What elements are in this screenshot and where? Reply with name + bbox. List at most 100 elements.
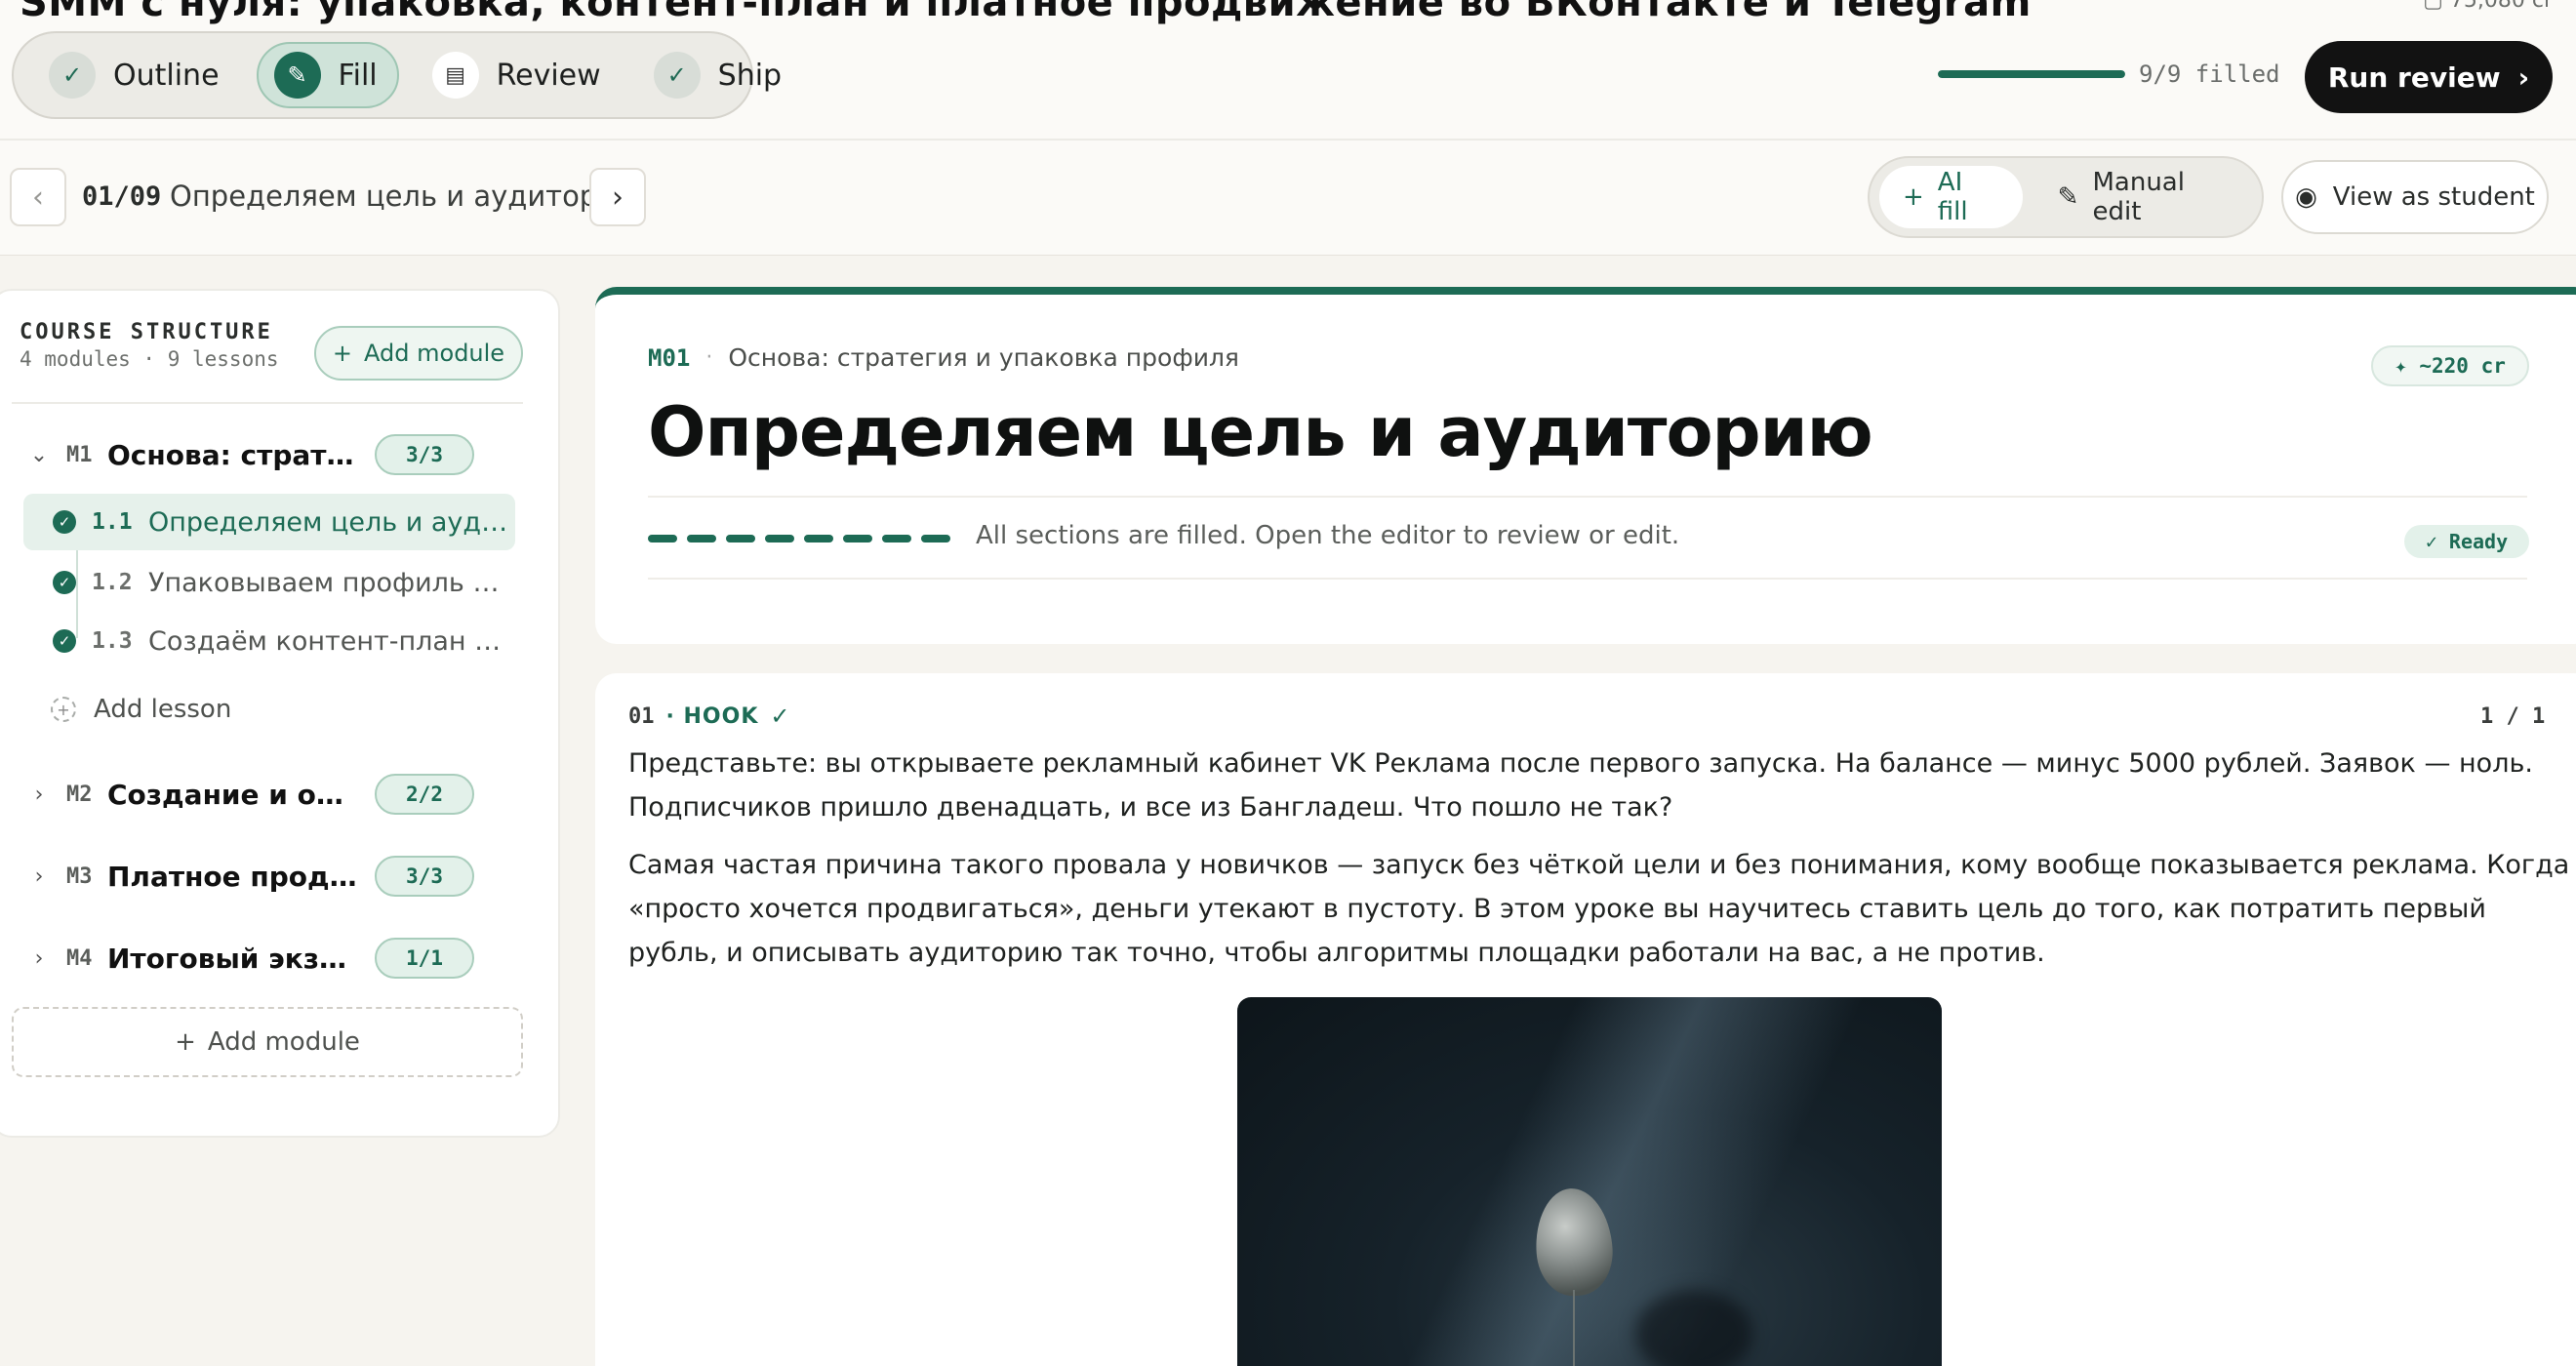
lesson-module-breadcrumb: M01 · Основа: стратегия и упаковка профи…: [648, 343, 1239, 372]
module-name: Основа: стратегия и упаковка профиля: [107, 438, 361, 471]
module-progress-badge: 2/2: [375, 774, 474, 815]
module-name: Платное продвижение: [107, 860, 361, 893]
view-as-student-button[interactable]: ◉ View as student: [2281, 160, 2549, 234]
module-name: Создание и оформление контента: [107, 778, 361, 811]
run-review-button[interactable]: Run review ›: [2305, 41, 2553, 113]
course-title: SMM с нуля: упаковка, контент-план и пла…: [20, 0, 2032, 25]
module-name: Основа: стратегия и упаковка профиля: [728, 343, 1239, 372]
wallet-icon: ▢: [2423, 0, 2450, 13]
module-progress-badge: 3/3: [375, 434, 474, 475]
section-card-hook[interactable]: 01 · HOOK ✓ 1 / 1 Представьте: вы открыв…: [595, 673, 2576, 1366]
step-outline-label: Outline: [113, 58, 220, 93]
section-illustration: [1237, 997, 1942, 1366]
lesson-code: 1.3: [92, 628, 133, 654]
lesson-title: Определяем цель и аудиторию: [648, 392, 1873, 472]
course-structure-sidebar: COURSE STRUCTURE 4 modules · 9 lessons +…: [0, 289, 560, 1138]
lesson-row-1-1[interactable]: ✓ 1.1 Определяем цель и аудиторию: [23, 494, 515, 550]
ready-badge: ✓ Ready: [2404, 525, 2529, 558]
lesson-credits-badge: ✦ ~220 cr: [2371, 345, 2529, 386]
step-outline[interactable]: ✓ Outline: [33, 42, 239, 108]
module-code: M01: [648, 343, 691, 372]
manual-edit-button[interactable]: ✎ Manual edit: [2034, 166, 2262, 228]
check-icon: ✓: [770, 703, 790, 730]
add-module-label: Add module: [207, 1027, 360, 1057]
plus-circle-icon: +: [51, 697, 76, 722]
chevron-left-icon: ‹: [32, 180, 44, 215]
sidebar-subheading: 4 modules · 9 lessons: [20, 347, 279, 371]
fill-progress-bar: [1938, 70, 2125, 78]
lesson-code: 1.2: [92, 570, 133, 595]
pencil-icon: ✎: [2057, 182, 2079, 212]
illustration-shadow: [1635, 1290, 1752, 1366]
lesson-card-divider: [648, 496, 2527, 498]
chevron-right-icon: ›: [2517, 60, 2530, 94]
module-row-m3[interactable]: › M3 Платное продвижение 3/3: [12, 849, 519, 904]
plus-icon: +: [175, 1027, 196, 1057]
lesson-name: Определяем цель и аудиторию: [148, 506, 515, 538]
section-dash: [648, 535, 677, 542]
add-module-dashed-button[interactable]: + Add module: [12, 1007, 523, 1077]
step-fill-label: Fill: [338, 58, 378, 93]
section-number: 01: [628, 703, 655, 729]
module-row-m1[interactable]: ⌄ M1 Основа: стратегия и упаковка профил…: [12, 427, 519, 482]
section-dash: [765, 535, 794, 542]
deflated-balloon-image: [1532, 1185, 1616, 1299]
module-code: M4: [66, 945, 93, 971]
chevron-right-icon: ›: [34, 945, 44, 971]
chevron-right-icon: ›: [612, 180, 624, 215]
lesson-card-divider: [648, 578, 2527, 580]
section-dash: [804, 535, 833, 542]
add-module-button[interactable]: + Add module: [314, 326, 523, 381]
ai-fill-button[interactable]: + AI fill: [1879, 166, 2023, 228]
module-code: M1: [66, 442, 93, 467]
step-review-label: Review: [496, 58, 601, 93]
lesson-row-1-3[interactable]: ✓ 1.3 Создаём контент-план на месяц: [23, 613, 515, 669]
section-dash: [687, 535, 716, 542]
credits-balance: ▢ 75,080 cr: [2423, 0, 2553, 13]
section-paragraph: Самая частая причина такого провала у но…: [628, 850, 2570, 968]
chevron-right-icon: ›: [34, 864, 44, 889]
module-code: M2: [66, 782, 93, 807]
previous-lesson-button[interactable]: ‹: [10, 168, 66, 226]
check-circle-icon: ✓: [53, 510, 76, 534]
module-progress-badge: 3/3: [375, 856, 474, 897]
sidebar-heading: COURSE STRUCTURE: [20, 320, 273, 344]
credits-value: 75,080 cr: [2449, 0, 2553, 13]
lesson-code: 1.1: [92, 509, 133, 535]
section-paragraph: Представьте: вы открываете рекламный каб…: [628, 748, 2533, 823]
manual-edit-label: Manual edit: [2092, 168, 2185, 226]
add-lesson-button[interactable]: + Add lesson: [51, 685, 231, 734]
module-code: M3: [66, 864, 93, 889]
pencil-icon: ✎: [273, 52, 321, 99]
ai-fill-label: AI fill: [1937, 168, 1968, 226]
top-bar: SMM с нуля: упаковка, контент-план и пла…: [0, 0, 2576, 256]
lesson-row-1-2[interactable]: ✓ 1.2 Упаковываем профиль для продаж: [23, 554, 515, 611]
section-dash: [726, 535, 755, 542]
step-ship[interactable]: ✓ Ship: [638, 42, 801, 108]
fill-progress-label: 9/9 filled: [2139, 60, 2280, 88]
fill-progress-value: [1938, 70, 2125, 78]
step-review[interactable]: ▤ Review: [417, 42, 621, 108]
check-circle-icon: ✓: [53, 571, 76, 594]
section-dash: [882, 535, 911, 542]
separator-dot: ·: [705, 345, 713, 370]
section-progress-dashes: [648, 535, 950, 542]
sidebar-divider: [12, 402, 523, 404]
chevron-down-icon: ⌄: [29, 442, 49, 467]
module-row-m4[interactable]: › M4 Итоговый экзамен 1/1: [12, 931, 519, 985]
next-lesson-button[interactable]: ›: [589, 168, 646, 226]
section-tag: · HOOK: [665, 703, 759, 729]
sparkle-icon: +: [1903, 182, 1924, 212]
step-fill[interactable]: ✎ Fill: [256, 42, 399, 108]
lesson-status-text: All sections are filled. Open the editor…: [976, 521, 1680, 550]
edit-mode-toggle: + AI fill ✎ Manual edit: [1868, 156, 2264, 238]
balloon-string: [1573, 1290, 1575, 1366]
section-count: 1 / 1: [2480, 704, 2546, 729]
check-icon: ✓: [653, 52, 701, 99]
lesson-nav-title: Определяем цель и аудиторию: [170, 180, 640, 213]
add-lesson-label: Add lesson: [94, 695, 232, 724]
clipboard-icon: ▤: [431, 52, 479, 99]
module-progress-badge: 1/1: [375, 938, 474, 979]
check-circle-icon: ✓: [53, 629, 76, 653]
module-row-m2[interactable]: › M2 Создание и оформление контента 2/2: [12, 767, 519, 822]
